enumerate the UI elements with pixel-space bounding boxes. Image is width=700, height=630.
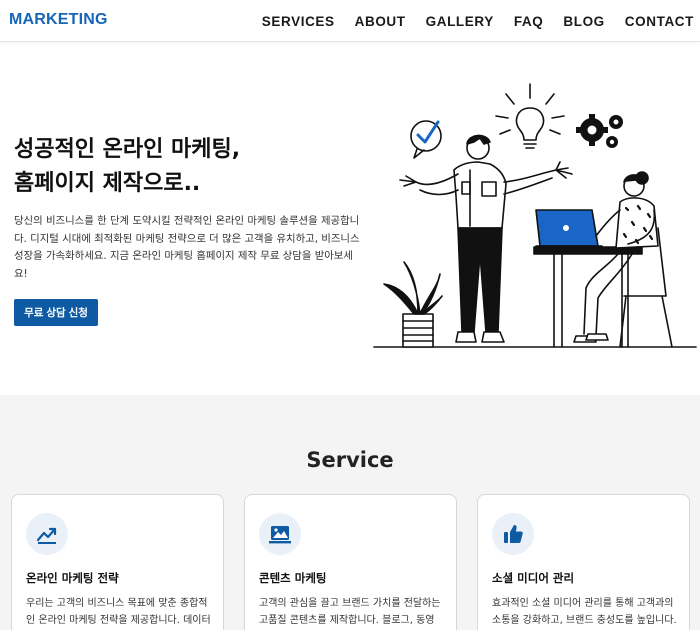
hero-description: 당신의 비즈니스를 한 단계 도약시킬 전략적인 온라인 마케팅 솔루션을 제공… (14, 215, 360, 280)
free-consultation-button[interactable]: 무료 상담 신청 (14, 299, 98, 326)
gears-icon (576, 114, 623, 148)
card-title: 소셜 미디어 관리 (492, 571, 575, 585)
sitting-woman (573, 171, 673, 348)
chart-trend-icon (26, 513, 68, 555)
card-text: 고객의 관심을 끌고 브랜드 가치를 전달하는 고품질 콘텐츠를 제작합니다. … (259, 598, 441, 626)
top-navbar: MARKETING SERVICES ABOUT GALLERY FAQ BLO… (0, 0, 700, 42)
nav-item-about[interactable]: ABOUT (355, 14, 406, 29)
nav-menu: SERVICES ABOUT GALLERY FAQ BLOG CONTACT (262, 14, 694, 29)
nav-item-blog[interactable]: BLOG (563, 14, 604, 29)
card-title: 콘텐츠 마케팅 (259, 571, 327, 585)
service-card-online-marketing[interactable]: 온라인 마케팅 전략 우리는 고객의 비즈니스 목표에 맞춘 종합적인 온라인 … (11, 494, 224, 630)
checkmark-bubble-icon (410, 120, 442, 159)
nav-item-faq[interactable]: FAQ (514, 14, 544, 29)
service-card-social-media[interactable]: 소셜 미디어 관리 효과적인 소셜 미디어 관리를 통해 고객과의 소통을 강화… (477, 494, 690, 630)
card-text: 우리는 고객의 비즈니스 목표에 맞춘 종합적인 온라인 마케팅 전략을 제공합… (26, 598, 211, 626)
media-icon (259, 513, 301, 555)
potted-plant (383, 261, 443, 348)
service-heading: Service (306, 448, 394, 472)
site-logo[interactable]: MARKETING (9, 11, 108, 29)
card-text: 효과적인 소셜 미디어 관리를 통해 고객과의 소통을 강화하고, 브랜드 충성… (492, 598, 677, 626)
hero-title-line-1: 성공적인 온라인 마케팅, (14, 137, 241, 162)
nav-item-gallery[interactable]: GALLERY (426, 14, 494, 29)
laptop-icon (535, 209, 603, 247)
nav-item-contact[interactable]: CONTACT (625, 14, 694, 29)
thumbs-up-icon (492, 513, 534, 555)
hero-title-line-2: 홈페이지 제작으로.. (14, 171, 201, 196)
hero-illustration (373, 83, 697, 348)
card-title: 온라인 마케팅 전략 (26, 571, 119, 585)
nav-item-services[interactable]: SERVICES (262, 14, 335, 29)
lightbulb-icon (495, 83, 565, 149)
service-card-content-marketing[interactable]: 콘텐츠 마케팅 고객의 관심을 끌고 브랜드 가치를 전달하는 고품질 콘텐츠를… (244, 494, 457, 630)
hero-title: 성공적인 온라인 마케팅, 홈페이지 제작으로.. (14, 133, 294, 201)
